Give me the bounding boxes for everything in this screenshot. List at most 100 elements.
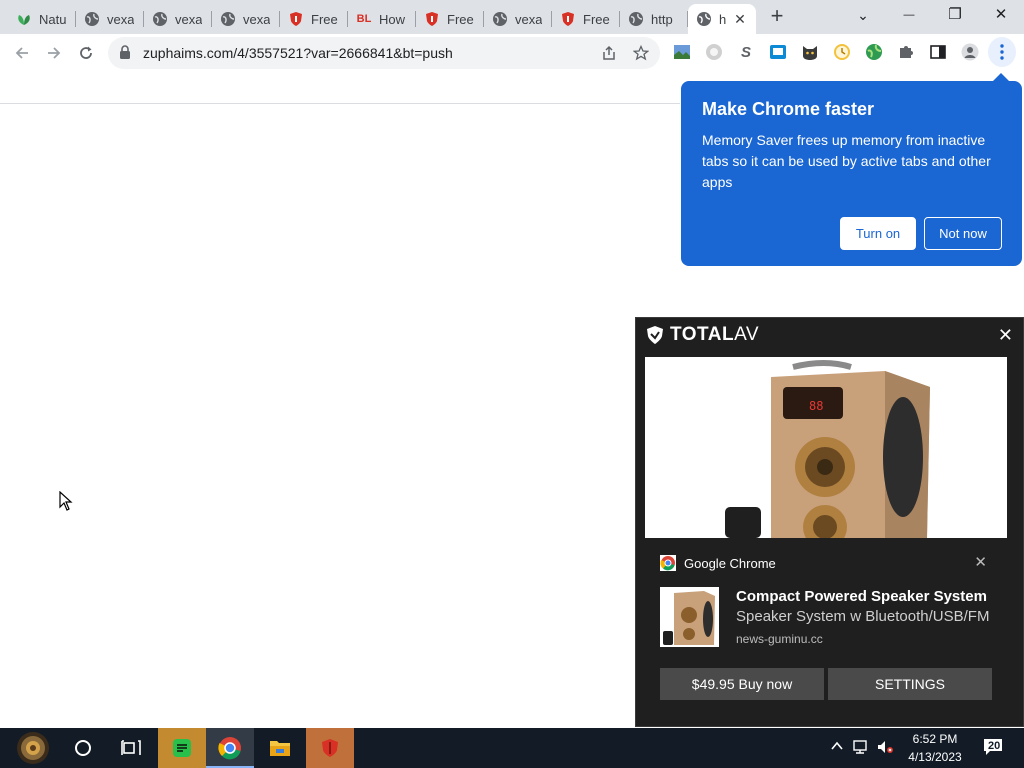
- notes-app-icon: [173, 739, 191, 757]
- shield-red-icon: [424, 11, 440, 27]
- bubble-body: Memory Saver frees up memory from inacti…: [702, 132, 991, 190]
- tab-search-button[interactable]: ⌄: [840, 0, 886, 30]
- task-view-icon: [121, 740, 141, 755]
- mouse-cursor-icon: [59, 490, 73, 516]
- globe-icon: [152, 11, 168, 27]
- minimize-button[interactable]: —: [886, 0, 932, 30]
- globe-icon: [220, 11, 236, 27]
- taskbar-file-explorer[interactable]: [256, 728, 304, 768]
- turn-on-button[interactable]: Turn on: [840, 217, 916, 250]
- svg-text:88: 88: [809, 399, 823, 413]
- notification-title: Compact Powered Speaker System: [736, 588, 987, 605]
- chrome-icon: [218, 737, 241, 760]
- tab-free-1[interactable]: Free: [280, 4, 348, 34]
- address-bar[interactable]: zuphaims.com/4/3557521?var=2666841&bt=pu…: [108, 37, 660, 69]
- profile-avatar-icon[interactable]: [961, 43, 979, 61]
- forward-button[interactable]: [40, 39, 68, 67]
- cortana-circle-icon: [75, 740, 91, 756]
- notification-dismiss-button[interactable]: ✕: [998, 325, 1013, 346]
- folder-icon: [270, 741, 290, 756]
- network-icon[interactable]: [852, 739, 870, 758]
- browser-toolbar: zuphaims.com/4/3557521?var=2666841&bt=pu…: [0, 34, 1024, 71]
- screen: Natu vexa vexa vexa Free BL How Free vex…: [0, 0, 1024, 768]
- close-window-button[interactable]: ✕: [978, 0, 1024, 30]
- extension-s-icon[interactable]: S: [737, 43, 755, 61]
- tab-free-3[interactable]: Free: [552, 4, 620, 34]
- shield-red-icon: [560, 11, 576, 27]
- url-text: zuphaims.com/4/3557521?var=2666841&bt=pu…: [143, 45, 453, 61]
- brand-total: TOTAL: [670, 324, 735, 345]
- back-button[interactable]: [8, 39, 36, 67]
- extension-image-icon[interactable]: [673, 43, 691, 61]
- side-panel-icon[interactable]: [929, 43, 947, 61]
- volume-muted-icon[interactable]: [876, 739, 894, 758]
- clock-time: 6:52 PM: [912, 732, 958, 746]
- tab-how[interactable]: BL How: [348, 4, 416, 34]
- task-view-button[interactable]: [110, 728, 152, 768]
- extension-screen-icon[interactable]: [769, 43, 787, 61]
- extension-cat-icon[interactable]: [801, 43, 819, 61]
- share-icon[interactable]: [600, 44, 618, 62]
- extension-circle-icon[interactable]: [705, 43, 723, 61]
- page-divider: [0, 103, 680, 104]
- lock-icon[interactable]: [119, 45, 131, 65]
- tab-http[interactable]: http: [620, 4, 688, 34]
- shield-red-icon: [288, 11, 304, 27]
- tab-vexa-4[interactable]: vexa: [484, 4, 552, 34]
- bl-icon: BL: [356, 13, 372, 25]
- back-arrow-icon: [15, 47, 28, 59]
- not-now-button[interactable]: Not now: [924, 217, 1002, 250]
- extensions-puzzle-icon[interactable]: [897, 43, 915, 61]
- start-logo-icon: [17, 732, 49, 764]
- extension-globe-icon[interactable]: [865, 43, 883, 61]
- chrome-menu-icon[interactable]: [988, 37, 1016, 67]
- memory-saver-bubble: Make Chrome faster Memory Saver frees up…: [681, 73, 1022, 266]
- totalav-shield-icon: [647, 326, 663, 344]
- cortana-button[interactable]: [62, 728, 104, 768]
- tab-strip: Natu vexa vexa vexa Free BL How Free vex…: [0, 0, 1024, 34]
- tab-active[interactable]: h ✕: [688, 4, 756, 34]
- notification-subtitle: Speaker System w Bluetooth/USB/FM: [736, 608, 990, 625]
- product-hero-image: 88: [645, 357, 1007, 538]
- action-center-button[interactable]: 20: [982, 737, 1008, 759]
- chrome-icon: [660, 555, 676, 571]
- start-button[interactable]: [8, 728, 58, 768]
- app-name: Google Chrome: [684, 555, 776, 571]
- clock-date: 4/13/2023: [908, 750, 962, 764]
- new-tab-button[interactable]: +: [766, 5, 788, 28]
- tab-natu[interactable]: Natu: [8, 4, 76, 34]
- bubble-title: Make Chrome faster: [702, 99, 875, 119]
- bubble-arrow: [992, 73, 1010, 82]
- forward-arrow-icon: [48, 47, 61, 59]
- restore-button[interactable]: ❐: [932, 0, 978, 30]
- brand-av: AV: [734, 324, 760, 345]
- reload-icon: [80, 46, 92, 59]
- product-thumbnail: [660, 587, 719, 647]
- taskbar-security-app[interactable]: [306, 728, 354, 768]
- tab-vexa-1[interactable]: vexa: [76, 4, 144, 34]
- tab-vexa-2[interactable]: vexa: [144, 4, 212, 34]
- windows-taskbar: 6:52 PM 4/13/2023 20: [0, 728, 1024, 768]
- tab-free-2[interactable]: Free: [416, 4, 484, 34]
- notification-source: news-guminu.cc: [736, 632, 823, 646]
- taskbar-clock[interactable]: 6:52 PM 4/13/2023: [896, 730, 974, 766]
- push-notification[interactable]: TOTALAV ✕ 88 Google Chrome ✕ Compact Pow…: [635, 317, 1024, 727]
- bookmark-star-icon[interactable]: [632, 44, 650, 62]
- taskbar-notes-app[interactable]: [158, 728, 206, 768]
- buy-now-button[interactable]: $49.95 Buy now: [660, 668, 824, 700]
- globe-icon: [84, 11, 100, 27]
- red-shield-app-icon: [322, 739, 338, 757]
- totalav-logo: TOTALAV: [645, 324, 759, 346]
- close-icon[interactable]: ✕: [974, 553, 987, 571]
- notification-app-row: Google Chrome: [660, 555, 776, 571]
- globe-icon: [628, 11, 644, 27]
- tab-close-icon[interactable]: ✕: [732, 11, 748, 27]
- settings-button[interactable]: SETTINGS: [828, 668, 992, 700]
- show-hidden-icons-chevron-icon[interactable]: [830, 739, 844, 756]
- notification-count-badge: 20: [988, 740, 1001, 752]
- extension-clock-icon[interactable]: [833, 43, 851, 61]
- reload-button[interactable]: [72, 39, 100, 67]
- taskbar-chrome[interactable]: [206, 728, 254, 768]
- tab-vexa-3[interactable]: vexa: [212, 4, 280, 34]
- globe-icon: [696, 11, 712, 27]
